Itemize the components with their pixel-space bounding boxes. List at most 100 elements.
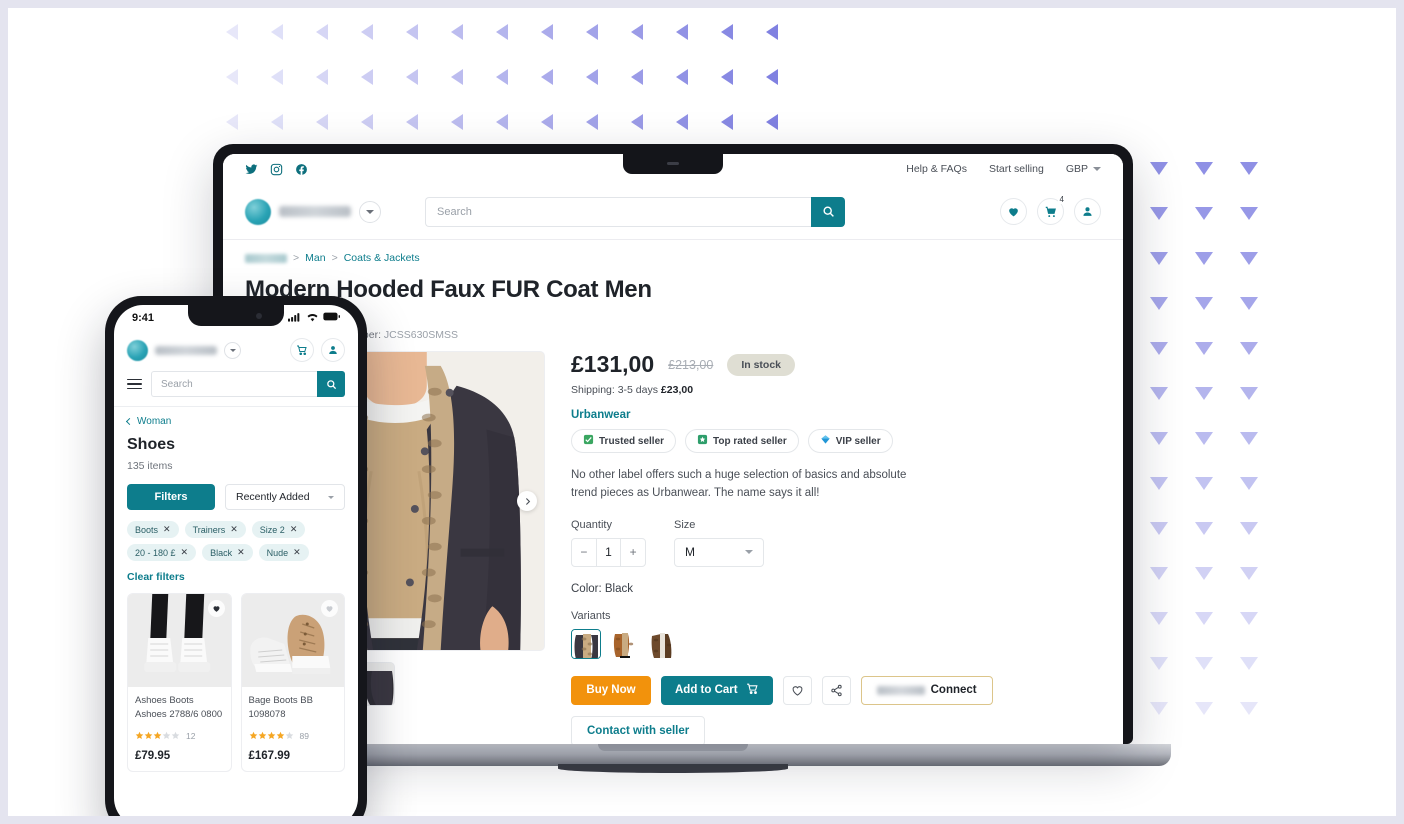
chevron-down-icon	[229, 348, 236, 352]
sort-select[interactable]: Recently Added	[225, 484, 345, 510]
list-item[interactable]: Ashoes Boots Ashoes 2788/6 0800 12 £79.9…	[127, 593, 232, 772]
filter-chip[interactable]: Trainers ✕	[184, 521, 246, 538]
triangle-left-icon	[361, 114, 373, 130]
help-faqs-link[interactable]: Help & FAQs	[906, 163, 967, 175]
account-button[interactable]	[1074, 198, 1101, 225]
triangle-down-icon	[1150, 702, 1168, 715]
badge-vip-seller[interactable]: VIP seller	[807, 429, 893, 453]
instagram-icon[interactable]	[270, 163, 283, 176]
star-icon	[162, 727, 171, 744]
search-button[interactable]	[811, 196, 845, 227]
triangle-left-icon	[496, 114, 508, 130]
product-price: £167.99	[248, 749, 291, 762]
badge-top-rated-seller[interactable]: Top rated seller	[685, 429, 799, 453]
triangle-left-icon	[541, 69, 553, 85]
filter-chip[interactable]: Black ✕	[202, 544, 253, 561]
filter-chip[interactable]: 20 - 180 £ ✕	[127, 544, 197, 561]
favorite-button[interactable]	[207, 600, 225, 617]
filters-button[interactable]: Filters	[127, 484, 215, 510]
triangle-left-icon	[451, 24, 463, 40]
phone-notch	[188, 305, 284, 326]
triangle-left-icon	[496, 24, 508, 40]
quantity-value[interactable]: 1	[595, 538, 622, 566]
filter-chip[interactable]: Nude ✕	[258, 544, 309, 561]
filter-chip[interactable]: Size 2 ✕	[251, 521, 306, 538]
triangle-down-icon	[1195, 657, 1213, 670]
variant-swatch-2[interactable]	[609, 628, 639, 659]
search-input[interactable]	[151, 371, 317, 397]
product-price: £79.95	[135, 749, 171, 762]
brand-dropdown-button[interactable]	[359, 200, 381, 223]
clear-filters-button[interactable]: Clear filters	[127, 571, 345, 583]
list-item[interactable]: Bage Boots BB 1098078 89 £167.99	[240, 593, 345, 772]
triangle-left-icon	[316, 69, 328, 85]
triangle-down-icon	[1195, 432, 1213, 445]
gallery-next-button[interactable]	[517, 491, 537, 511]
triangle-down-icon	[1150, 522, 1168, 535]
seller-link[interactable]: Urbanwear	[571, 409, 1101, 421]
connect-label: Connect	[930, 684, 977, 697]
triangle-down-icon	[1240, 387, 1258, 400]
close-icon[interactable]: ✕	[290, 524, 298, 535]
brand-logo[interactable]	[245, 198, 381, 225]
close-icon[interactable]: ✕	[181, 547, 189, 558]
connect-button[interactable]: Connect	[860, 675, 993, 705]
triangle-left-icon	[631, 69, 643, 85]
add-to-wishlist-button[interactable]	[782, 675, 812, 705]
quantity-decrement-button[interactable]: −	[572, 539, 596, 566]
breadcrumb-item-man[interactable]: Man	[305, 252, 325, 264]
facebook-icon[interactable]	[295, 163, 308, 176]
product-description: No other label offers such a huge select…	[571, 469, 907, 499]
wishlist-button[interactable]	[1000, 198, 1027, 225]
star-icon	[276, 727, 285, 744]
triangle-down-icon	[1195, 162, 1213, 175]
close-icon[interactable]: ✕	[230, 524, 238, 535]
social-links[interactable]	[245, 163, 308, 176]
triangle-down-icon	[1150, 342, 1168, 355]
search-input[interactable]	[425, 196, 811, 227]
phone-search-row	[114, 367, 358, 407]
star-icon	[249, 727, 258, 744]
favorite-button[interactable]	[321, 600, 338, 617]
share-button[interactable]	[821, 675, 851, 705]
add-to-cart-button[interactable]: Add to Cart	[661, 675, 773, 705]
chevron-down-icon	[328, 495, 334, 499]
triangle-down-icon	[1195, 297, 1213, 310]
close-icon[interactable]: ✕	[237, 547, 245, 558]
twitter-icon[interactable]	[245, 163, 258, 176]
triangle-left-icon	[766, 24, 778, 40]
phone-screen: 9:41 Search Woman Shoes 135 items Filter…	[114, 305, 358, 816]
product-card-body: Bage Boots BB 1098078 89 £167.99	[242, 687, 345, 771]
close-icon[interactable]: ✕	[163, 524, 171, 535]
cart-button[interactable]	[290, 338, 314, 362]
size-select[interactable]: M	[674, 537, 764, 567]
back-link[interactable]: Woman	[125, 416, 345, 427]
variant-swatches	[571, 628, 1101, 659]
breadcrumb-home-redacted[interactable]	[245, 253, 287, 263]
close-icon[interactable]: ✕	[293, 547, 301, 558]
triangle-left-icon	[586, 114, 598, 130]
menu-icon[interactable]	[127, 378, 142, 390]
filter-chip-label: Trainers	[192, 524, 226, 535]
filter-chip[interactable]: Boots ✕	[127, 521, 179, 538]
start-selling-link[interactable]: Start selling	[989, 163, 1044, 175]
breadcrumb-item-coats-jackets[interactable]: Coats & Jackets	[344, 252, 420, 264]
breadcrumb: > Man > Coats & Jackets	[245, 252, 1101, 264]
triangle-down-icon	[1240, 477, 1258, 490]
contact-seller-button[interactable]: Contact with seller	[571, 715, 706, 744]
triangle-left-icon	[406, 24, 418, 40]
buy-now-button[interactable]: Buy Now	[571, 675, 651, 705]
status-badge: In stock	[727, 353, 796, 376]
search-button[interactable]	[317, 371, 345, 397]
variant-swatch-1[interactable]	[571, 628, 601, 659]
account-button[interactable]	[321, 338, 345, 362]
breadcrumb-separator: >	[293, 252, 300, 264]
currency-selector[interactable]: GBP	[1066, 163, 1101, 175]
product-price: £131,00	[571, 351, 655, 377]
quantity-increment-button[interactable]: +	[621, 539, 645, 566]
cart-button[interactable]: 4	[1037, 195, 1066, 225]
badge-trusted-seller[interactable]: Trusted seller	[571, 429, 677, 453]
variant-swatch-3[interactable]	[647, 628, 677, 659]
brand-dropdown-button[interactable]	[224, 341, 241, 359]
review-count: 12	[186, 730, 196, 741]
